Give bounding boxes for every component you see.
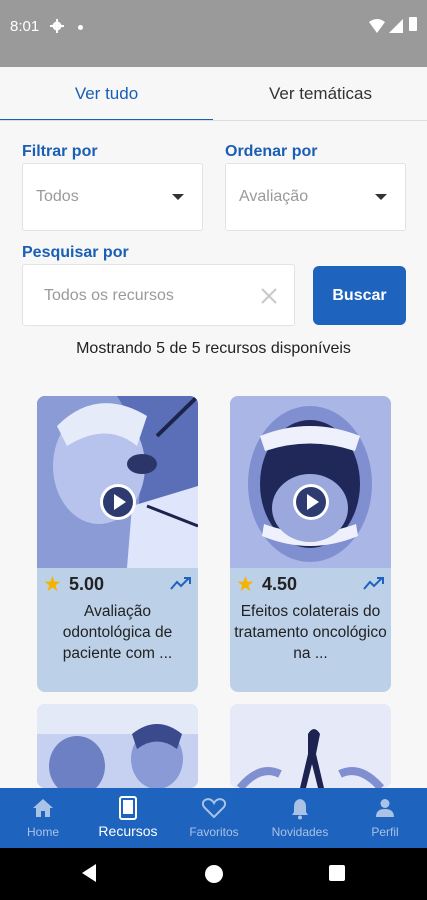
resource-title: Efeitos colaterais do tratamento oncológ… xyxy=(234,603,387,662)
clear-icon[interactable] xyxy=(260,287,278,305)
resource-card[interactable]: ★ 5.00 Avaliação odontológica de pacient… xyxy=(37,396,198,692)
status-time: 8:01 xyxy=(10,18,40,35)
search-input[interactable]: Todos os recursos xyxy=(22,264,295,326)
sort-select[interactable]: Avaliação xyxy=(225,163,406,231)
nav-novidades[interactable]: Novidades xyxy=(259,788,341,848)
nav-perfil[interactable]: Perfil xyxy=(346,788,424,848)
rating-value: 5.00 xyxy=(69,574,105,594)
notification-dot-icon xyxy=(78,25,83,30)
nav-perfil-label: Perfil xyxy=(371,825,399,839)
nav-home-label: Home xyxy=(26,825,59,839)
dropdown-arrow-icon xyxy=(375,194,387,200)
resource-title: Avaliação odontológica de paciente com .… xyxy=(62,603,173,662)
bell-icon xyxy=(292,799,308,820)
tab-ver-tudo[interactable]: Ver tudo xyxy=(0,67,213,121)
signal-icon xyxy=(389,19,403,33)
tablet-icon xyxy=(119,796,137,820)
resource-thumbnail xyxy=(230,704,391,788)
gear-icon xyxy=(50,19,64,33)
nav-recursos[interactable]: Recursos xyxy=(88,788,168,848)
trending-icon xyxy=(170,577,191,590)
rating-value: 4.50 xyxy=(262,574,298,594)
resource-card[interactable]: ★ 4.50 Efeitos colaterais do tratamento … xyxy=(230,396,391,692)
search-label: Pesquisar por xyxy=(22,244,129,261)
status-bar: 8:01 xyxy=(0,0,427,67)
back-icon[interactable] xyxy=(82,864,96,882)
person-icon xyxy=(376,799,394,817)
filter-value: Todos xyxy=(36,188,79,205)
dropdown-arrow-icon xyxy=(172,194,184,200)
tab-ver-tematicas[interactable]: Ver temáticas xyxy=(214,67,427,121)
search-placeholder: Todos os recursos xyxy=(44,287,174,304)
tabs-divider xyxy=(0,120,427,121)
nav-favoritos-label: Favoritos xyxy=(189,825,239,839)
bottom-navigation: Home Recursos Favoritos Novidades Perfil xyxy=(0,788,427,848)
nav-novidades-label: Novidades xyxy=(271,825,329,839)
trending-icon xyxy=(363,577,384,590)
play-icon[interactable] xyxy=(293,484,329,520)
sort-label: Ordenar por xyxy=(225,143,318,160)
resource-thumbnail xyxy=(37,396,198,568)
battery-icon xyxy=(409,17,417,31)
star-icon: ★ xyxy=(236,573,255,596)
filter-label: Filtrar por xyxy=(22,143,98,160)
nav-home[interactable]: Home xyxy=(4,788,82,848)
play-icon[interactable] xyxy=(100,484,136,520)
filter-select[interactable]: Todos xyxy=(22,163,203,231)
nav-recursos-label: Recursos xyxy=(98,823,158,839)
tab-bar: Ver tudo Ver temáticas xyxy=(0,67,427,121)
resource-card[interactable] xyxy=(37,704,198,788)
heart-icon xyxy=(202,798,226,818)
nav-favoritos[interactable]: Favoritos xyxy=(174,788,254,848)
star-icon: ★ xyxy=(43,573,62,596)
recents-icon[interactable] xyxy=(329,865,345,881)
home-icon xyxy=(33,799,53,817)
home-circle-icon[interactable] xyxy=(205,865,223,883)
wifi-icon xyxy=(369,19,385,33)
results-count: Mostrando 5 de 5 recursos disponíveis xyxy=(76,340,351,357)
search-button[interactable]: Buscar xyxy=(313,266,406,325)
resource-thumbnail xyxy=(230,396,391,568)
resource-thumbnail xyxy=(37,704,198,788)
system-navigation-bar xyxy=(0,848,427,900)
resource-card[interactable] xyxy=(230,704,391,788)
sort-value: Avaliação xyxy=(239,188,309,205)
